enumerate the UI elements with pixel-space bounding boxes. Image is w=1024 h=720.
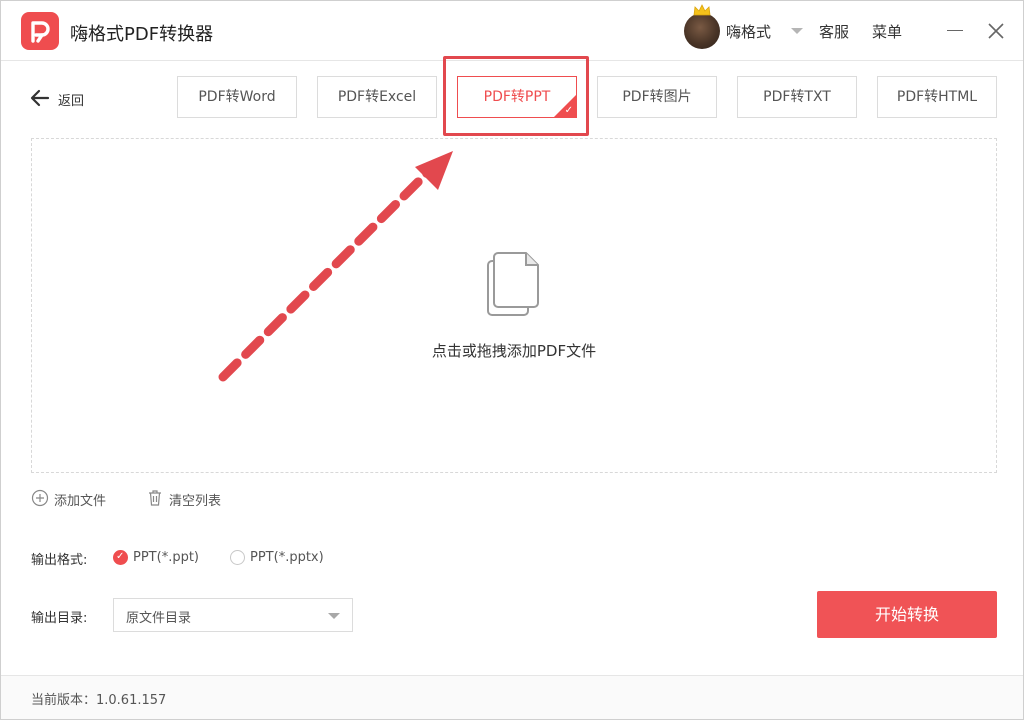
chevron-down-icon	[328, 613, 340, 619]
back-label: 返回	[58, 94, 85, 109]
crown-icon	[693, 4, 711, 16]
user-avatar[interactable]	[684, 13, 720, 49]
clear-list-label: 清空列表	[169, 494, 222, 509]
plus-circle-icon	[31, 489, 49, 507]
start-convert-button[interactable]: 开始转换	[817, 591, 997, 638]
chevron-down-icon[interactable]	[791, 28, 803, 34]
check-icon: ✓	[116, 551, 125, 562]
output-dir-value: 原文件目录	[126, 611, 192, 626]
tab-pdf-to-word[interactable]: PDF转Word	[177, 76, 297, 118]
drop-hint-text[interactable]: 点击或拖拽添加PDF文件	[301, 340, 727, 361]
radio-ppt[interactable]: ✓	[113, 550, 128, 565]
tab-pdf-to-image[interactable]: PDF转图片	[597, 76, 717, 118]
close-icon[interactable]	[985, 20, 1007, 42]
app-title: 嗨格式PDF转换器	[70, 24, 214, 45]
radio-ppt-label[interactable]: PPT(*.ppt)	[133, 550, 199, 565]
tab-pdf-to-excel[interactable]: PDF转Excel	[317, 76, 437, 118]
tab-pdf-to-txt[interactable]: PDF转TXT	[737, 76, 857, 118]
app-window: 嗨格式PDF转换器 嗨格式 客服 菜单 返回 PDF转Word PDF转Exce…	[0, 0, 1024, 720]
minimize-icon[interactable]	[947, 30, 963, 31]
title-bar: 嗨格式PDF转换器 嗨格式 客服 菜单	[1, 1, 1023, 61]
radio-pptx-label[interactable]: PPT(*.pptx)	[250, 550, 324, 565]
menu-link[interactable]: 菜单	[872, 21, 902, 42]
tab-pdf-to-html[interactable]: PDF转HTML	[877, 76, 997, 118]
arrow-left-icon	[30, 89, 50, 107]
output-dir-label: 输出目录:	[31, 611, 88, 626]
radio-pptx[interactable]	[230, 550, 245, 565]
trash-icon	[149, 490, 161, 506]
output-dir-select[interactable]: 原文件目录	[113, 598, 353, 632]
output-format-label: 输出格式:	[31, 553, 88, 568]
customer-service-link[interactable]: 客服	[819, 21, 849, 42]
add-file-label: 添加文件	[54, 494, 107, 509]
username[interactable]: 嗨格式	[726, 21, 771, 42]
version-text: 当前版本：1.0.61.157	[31, 693, 167, 708]
files-icon	[487, 252, 539, 316]
clear-list-button[interactable]: 清空列表	[146, 489, 221, 509]
add-file-button[interactable]: 添加文件	[31, 489, 106, 509]
status-bar: 当前版本：1.0.61.157	[1, 675, 1023, 719]
app-logo-icon	[21, 12, 59, 50]
annotation-highlight-box	[443, 56, 589, 136]
